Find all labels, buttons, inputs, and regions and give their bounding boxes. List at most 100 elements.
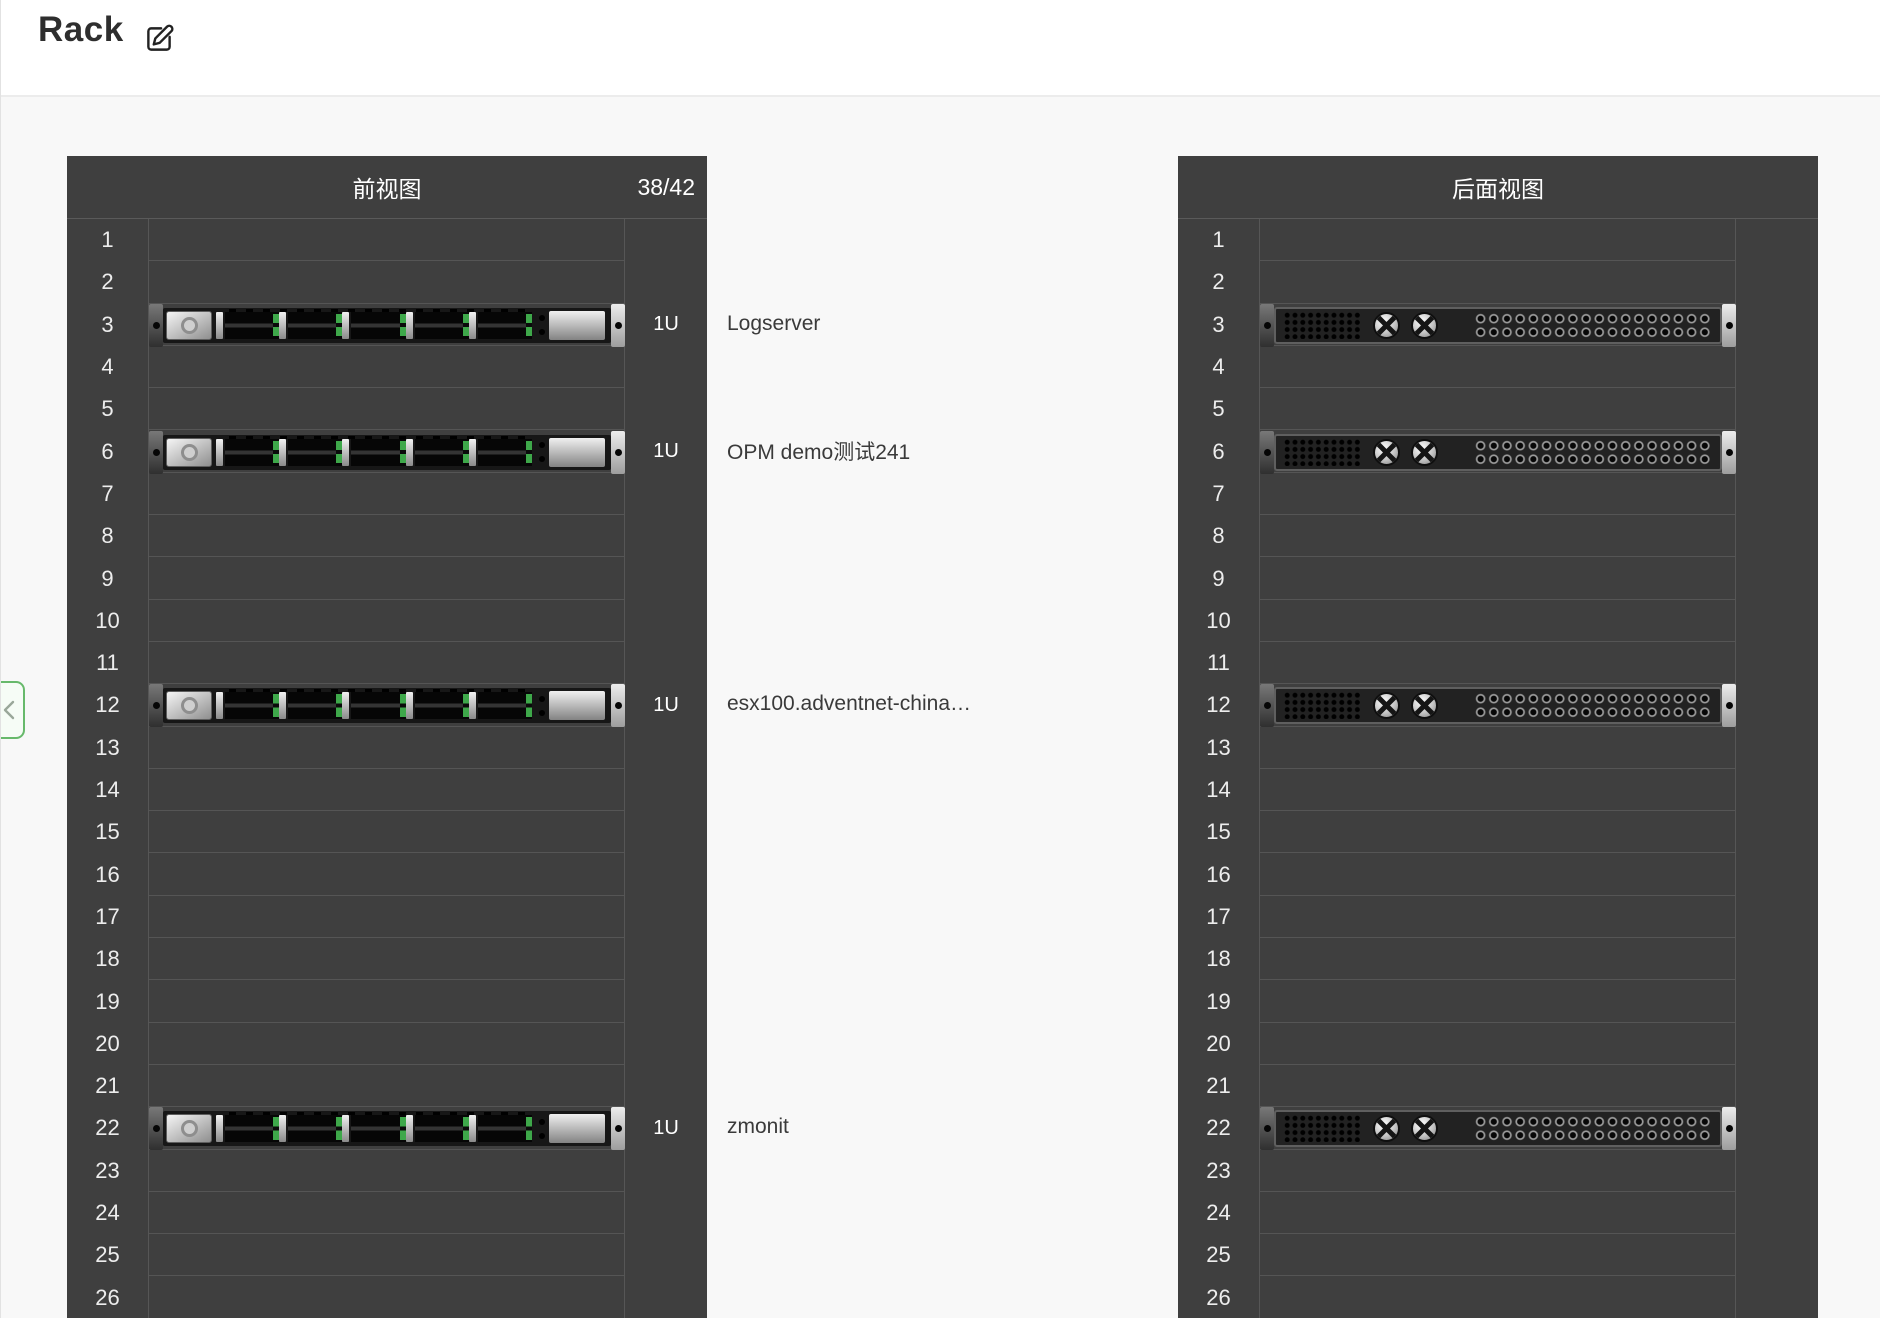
fan-icon (1373, 692, 1400, 720)
rack-ear-right (611, 430, 625, 474)
device-name-label[interactable]: esx100.adventnet-china… (727, 683, 971, 725)
fan-icon (1411, 311, 1438, 339)
server-front-chassis (163, 1111, 611, 1147)
rack-slot (1259, 727, 1736, 769)
unit-number: 4 (101, 354, 114, 380)
unit-number: 21 (1206, 1073, 1231, 1099)
screw-dots (536, 435, 548, 470)
rack-slot (148, 388, 625, 431)
screw-dots (536, 688, 548, 723)
rack-slot (1259, 769, 1736, 812)
rack-slot (148, 980, 625, 1023)
device-name-label[interactable]: OPM demo测试241 (727, 430, 910, 472)
rack-slot (1259, 600, 1736, 642)
device-size-label: 1U (653, 1116, 679, 1139)
port-grid (1474, 1115, 1712, 1143)
unit-number: 1 (101, 227, 114, 253)
rack-slot (148, 1065, 625, 1108)
unit-number: 17 (95, 903, 120, 929)
rack-ear-left (1260, 303, 1274, 347)
unit-number: 20 (95, 1030, 120, 1056)
rack-ear-left (149, 303, 163, 347)
unit-number: 4 (1212, 354, 1225, 380)
port-grid (1474, 692, 1712, 720)
front-rack-usage-counter: 38/42 (637, 173, 695, 200)
rack-ear-right (1722, 430, 1736, 474)
server-rear-chassis (1274, 433, 1722, 471)
front-rack-title: 前视图 (352, 176, 422, 202)
unit-number: 1 (1212, 227, 1225, 253)
rack-slot (1259, 1234, 1736, 1277)
rack-ear-right (1722, 684, 1736, 728)
rack-slot (148, 1150, 625, 1192)
device-name-label[interactable]: Logserver (727, 303, 820, 345)
unit-number: 21 (95, 1073, 120, 1099)
unit-number: 22 (1206, 1115, 1231, 1141)
server-device-rear[interactable] (1260, 1107, 1736, 1151)
edit-rack-button[interactable] (140, 20, 178, 58)
rack-slot (148, 1234, 625, 1277)
rack-slot (148, 896, 625, 939)
rack-slot (1259, 1065, 1736, 1108)
rack-slot (1259, 388, 1736, 431)
rack-slot (1259, 854, 1736, 896)
unit-number: 24 (95, 1200, 120, 1226)
unit-number: 9 (101, 565, 114, 591)
rack-slot (1259, 1192, 1736, 1235)
unit-number: 12 (95, 692, 120, 718)
screw-dots (536, 1111, 548, 1146)
server-front-chassis (163, 307, 611, 343)
front-view-rack: 前视图 38/42 1 2 3 4 5 6 7 8 9 10 11 12 13 14 15 16 17 18 19 2… (67, 156, 707, 1318)
fan-icon (1373, 311, 1400, 339)
rack-slot (1259, 515, 1736, 558)
rack-slot (148, 854, 625, 896)
unit-number: 19 (1206, 988, 1231, 1014)
collapse-panel-button[interactable] (1, 681, 25, 739)
server-device-front[interactable] (149, 684, 625, 728)
unit-number: 6 (101, 438, 114, 464)
device-name-label[interactable]: zmonit (727, 1106, 789, 1148)
server-rear-chassis (1274, 687, 1722, 725)
device-size-label: 1U (653, 313, 679, 336)
server-device-front[interactable] (149, 1107, 625, 1151)
rack-slot (1259, 938, 1736, 981)
unit-number: 2 (1212, 269, 1225, 295)
vent-holes (1284, 311, 1362, 339)
unit-number: 13 (95, 734, 120, 760)
page-title: Rack (38, 10, 124, 49)
unit-number: 17 (1206, 903, 1231, 929)
rack-ear-left (1260, 1107, 1274, 1151)
unit-number: 26 (95, 1284, 120, 1310)
port-grid (1474, 311, 1712, 339)
unit-number: 23 (95, 1157, 120, 1183)
blank-panel (549, 437, 605, 467)
drive-bays (216, 1115, 533, 1143)
unit-number: 7 (101, 480, 114, 506)
server-device-rear[interactable] (1260, 684, 1736, 728)
rack-slot (148, 557, 625, 600)
server-front-chassis (163, 434, 611, 470)
rear-rack-body: 1 2 3 4 5 6 7 8 9 10 11 12 13 14 15 16 17 18 19 20 21 22 23 24 2… (1178, 219, 1818, 1318)
server-device-rear[interactable] (1260, 430, 1736, 474)
rack-ear-left (1260, 684, 1274, 728)
optical-drive (166, 310, 212, 340)
rack-ear-right (611, 1107, 625, 1151)
rack-slot (1259, 557, 1736, 600)
unit-number: 10 (1206, 607, 1231, 633)
server-device-rear[interactable] (1260, 303, 1736, 347)
fan-icon (1411, 692, 1438, 720)
unit-number: 22 (95, 1115, 120, 1141)
rack-ear-left (1260, 430, 1274, 474)
fan-icon (1411, 438, 1438, 466)
rack-slot (148, 261, 625, 304)
unit-number: 11 (96, 650, 119, 676)
vent-holes (1284, 438, 1362, 466)
unit-number: 14 (1206, 777, 1231, 803)
server-device-front[interactable] (149, 430, 625, 474)
unit-number: 19 (95, 988, 120, 1014)
device-size-label: 1U (653, 440, 679, 463)
server-device-front[interactable] (149, 303, 625, 347)
rack-slot (148, 219, 625, 262)
front-rack-header: 前视图 38/42 (67, 156, 707, 219)
rack-slot (1259, 811, 1736, 854)
